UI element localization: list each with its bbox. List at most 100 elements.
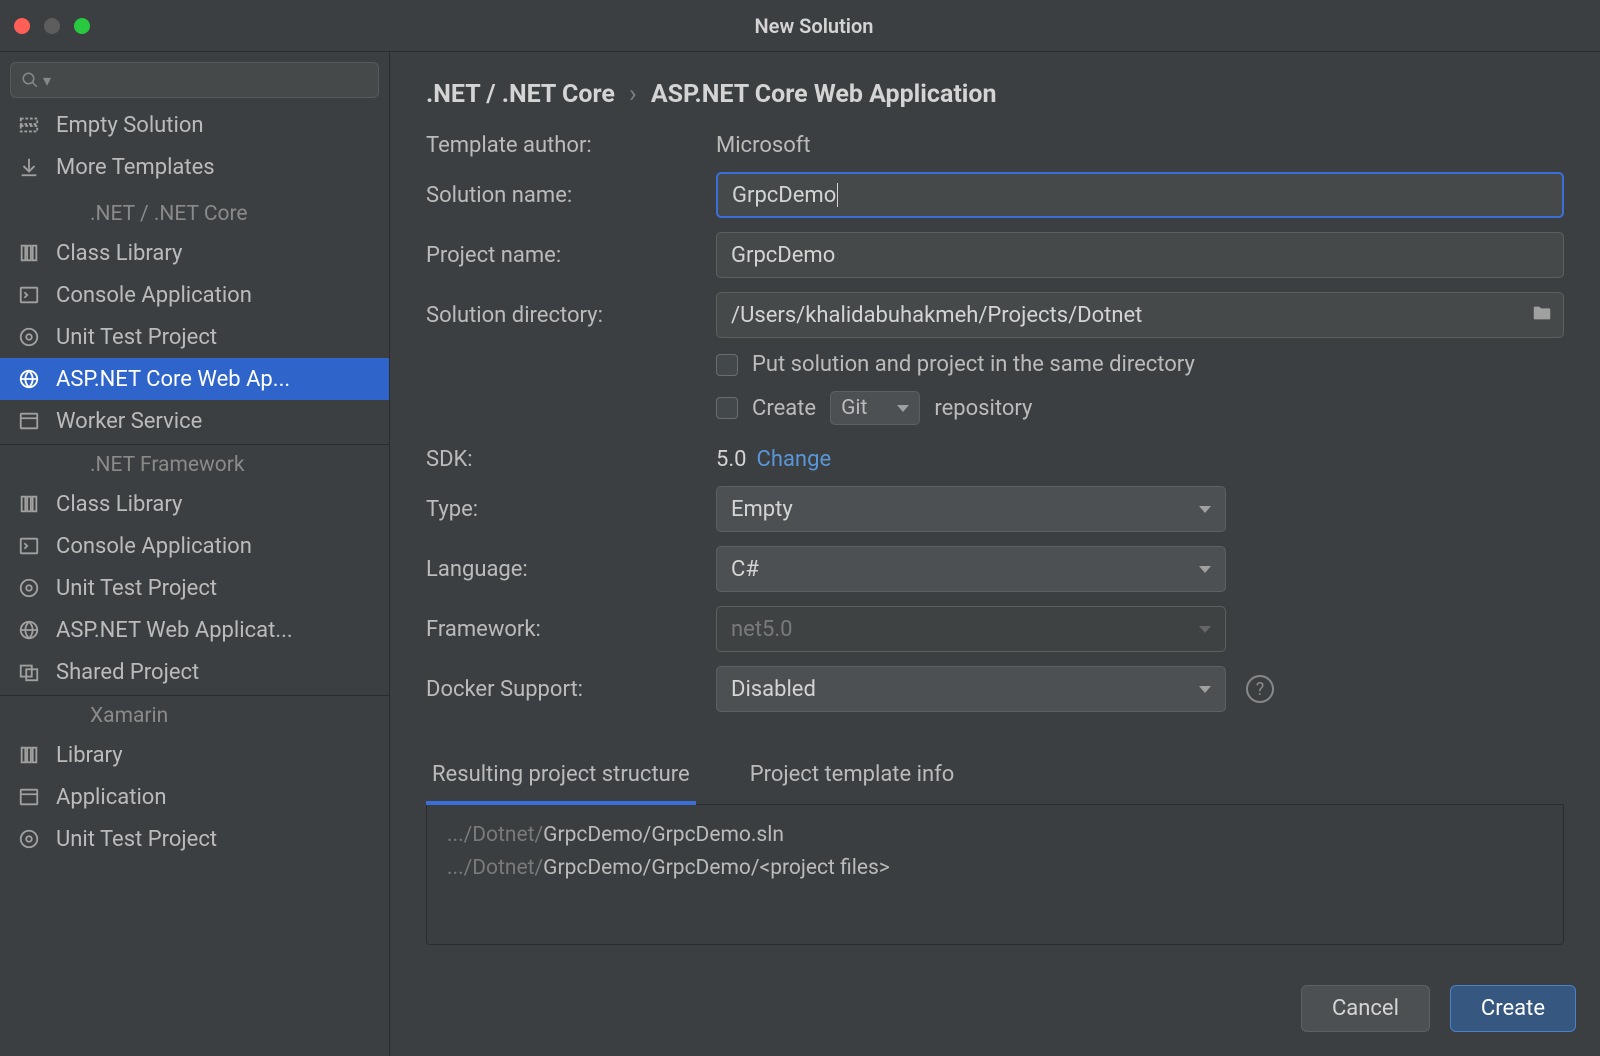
sidebar-item-label: Unit Test Project — [56, 576, 217, 601]
create-repo-checkbox[interactable] — [716, 397, 738, 419]
sidebar-item-more-templates[interactable]: More Templates — [0, 146, 389, 188]
result-panel: .../Dotnet/GrpcDemo/GrpcDemo.sln .../Dot… — [426, 805, 1564, 945]
result-tabs: Resulting project structure Project temp… — [426, 750, 1564, 805]
shared-icon — [16, 659, 42, 685]
repository-label: repository — [934, 396, 1032, 421]
sidebar-item-label: Class Library — [56, 492, 182, 517]
result-line1-path: GrpcDemo/GrpcDemo.sln — [543, 823, 784, 847]
minimize-window-button[interactable] — [44, 18, 60, 34]
sidebar-item-shared-project[interactable]: Shared Project — [0, 651, 389, 693]
project-name-input[interactable] — [716, 232, 1564, 278]
template-author-value: Microsoft — [716, 133, 811, 158]
sidebar-item-empty-solution[interactable]: Empty Solution — [0, 104, 389, 146]
library-icon — [16, 240, 42, 266]
sidebar: ▾ Empty Solution More Templates .NET / .… — [0, 52, 390, 1056]
sidebar-item-worker-service[interactable]: Worker Service — [0, 400, 389, 442]
search-input[interactable]: ▾ — [10, 62, 379, 98]
chevron-down-icon — [897, 405, 909, 412]
sidebar-item-label: Application — [56, 785, 166, 810]
window-icon — [16, 408, 42, 434]
sidebar-heading-xamarin: Xamarin — [0, 695, 389, 734]
sidebar-item-unit-test[interactable]: Unit Test Project — [0, 316, 389, 358]
sidebar-item-aspnet-fx[interactable]: ASP.NET Web Applicat... — [0, 609, 389, 651]
sidebar-item-label: Console Application — [56, 534, 252, 559]
same-directory-label: Put solution and project in the same dir… — [752, 352, 1195, 377]
footer-buttons: Cancel Create — [1301, 985, 1576, 1032]
sdk-change-link[interactable]: Change — [757, 447, 832, 472]
sidebar-item-label: Unit Test Project — [56, 827, 217, 852]
result-line2-prefix: .../Dotnet/ — [447, 856, 543, 880]
create-button[interactable]: Create — [1450, 985, 1576, 1032]
sidebar-item-xamarin-unit-test[interactable]: Unit Test Project — [0, 818, 389, 860]
test-icon — [16, 826, 42, 852]
help-icon[interactable]: ? — [1246, 675, 1274, 703]
tab-template-info[interactable]: Project template info — [744, 750, 961, 804]
language-label: Language: — [426, 557, 716, 582]
sidebar-item-console-app[interactable]: Console Application — [0, 274, 389, 316]
globe-icon — [16, 366, 42, 392]
sidebar-item-label: ASP.NET Core Web Ap... — [56, 367, 290, 392]
framework-value: net5.0 — [731, 617, 793, 642]
download-icon — [16, 154, 42, 180]
tab-resulting-structure[interactable]: Resulting project structure — [426, 750, 696, 805]
test-icon — [16, 575, 42, 601]
solution-directory-input-wrap — [716, 292, 1564, 338]
language-value: C# — [731, 557, 759, 582]
template-author-label: Template author: — [426, 133, 716, 158]
sdk-value: 5.0 — [716, 447, 747, 472]
breadcrumb-part1: .NET / .NET Core — [426, 80, 615, 109]
sidebar-item-label: Library — [56, 743, 123, 768]
result-line2-path: GrpcDemo/GrpcDemo/<project files> — [543, 856, 890, 880]
sidebar-item-label: Shared Project — [56, 660, 199, 685]
globe-icon — [16, 617, 42, 643]
sidebar-item-label: Worker Service — [56, 409, 202, 434]
sidebar-item-label: Empty Solution — [56, 113, 204, 138]
console-icon — [16, 533, 42, 559]
sidebar-item-label: Console Application — [56, 283, 252, 308]
window-controls — [14, 18, 90, 34]
chevron-down-icon — [1199, 686, 1211, 693]
window-title: New Solution — [90, 14, 1538, 38]
sidebar-item-aspnet-core[interactable]: ASP.NET Core Web Ap... — [0, 358, 389, 400]
docker-label: Docker Support: — [426, 677, 716, 702]
vcs-dropdown[interactable]: Git — [830, 391, 920, 425]
solution-name-value: GrpcDemo — [732, 183, 836, 208]
console-icon — [16, 282, 42, 308]
sidebar-item-label: Class Library — [56, 241, 182, 266]
sidebar-item-xamarin-application[interactable]: Application — [0, 776, 389, 818]
maximize-window-button[interactable] — [74, 18, 90, 34]
docker-select[interactable]: Disabled — [716, 666, 1226, 712]
breadcrumb-separator: › — [629, 80, 637, 109]
sidebar-item-console-fx[interactable]: Console Application — [0, 525, 389, 567]
sidebar-item-xamarin-library[interactable]: Library — [0, 734, 389, 776]
sdk-label: SDK: — [426, 447, 716, 472]
solution-directory-input[interactable] — [731, 303, 1531, 328]
sidebar-heading-netcore: .NET / .NET Core — [0, 194, 389, 232]
sidebar-item-label: ASP.NET Web Applicat... — [56, 618, 293, 643]
library-icon — [16, 742, 42, 768]
create-label: Create — [752, 396, 816, 421]
chevron-down-icon — [1199, 566, 1211, 573]
language-select[interactable]: C# — [716, 546, 1226, 592]
sidebar-item-label: Unit Test Project — [56, 325, 217, 350]
test-icon — [16, 324, 42, 350]
close-window-button[interactable] — [14, 18, 30, 34]
sidebar-item-class-library[interactable]: Class Library — [0, 232, 389, 274]
solution-directory-label: Solution directory: — [426, 303, 716, 328]
result-line1-prefix: .../Dotnet/ — [447, 823, 543, 847]
type-select[interactable]: Empty — [716, 486, 1226, 532]
window-icon — [16, 784, 42, 810]
cancel-button[interactable]: Cancel — [1301, 985, 1430, 1032]
type-label: Type: — [426, 497, 716, 522]
same-directory-checkbox[interactable] — [716, 354, 738, 376]
project-name-label: Project name: — [426, 243, 716, 268]
sidebar-item-classlib-fx[interactable]: Class Library — [0, 483, 389, 525]
sidebar-item-unit-test-fx[interactable]: Unit Test Project — [0, 567, 389, 609]
search-icon — [21, 71, 39, 89]
solution-name-input[interactable]: GrpcDemo — [716, 172, 1564, 218]
breadcrumb: .NET / .NET Core › ASP.NET Core Web Appl… — [426, 80, 1564, 109]
empty-solution-icon — [16, 112, 42, 138]
framework-select: net5.0 — [716, 606, 1226, 652]
folder-browse-icon[interactable] — [1531, 302, 1553, 328]
sidebar-heading-netfx: .NET Framework — [0, 444, 389, 483]
